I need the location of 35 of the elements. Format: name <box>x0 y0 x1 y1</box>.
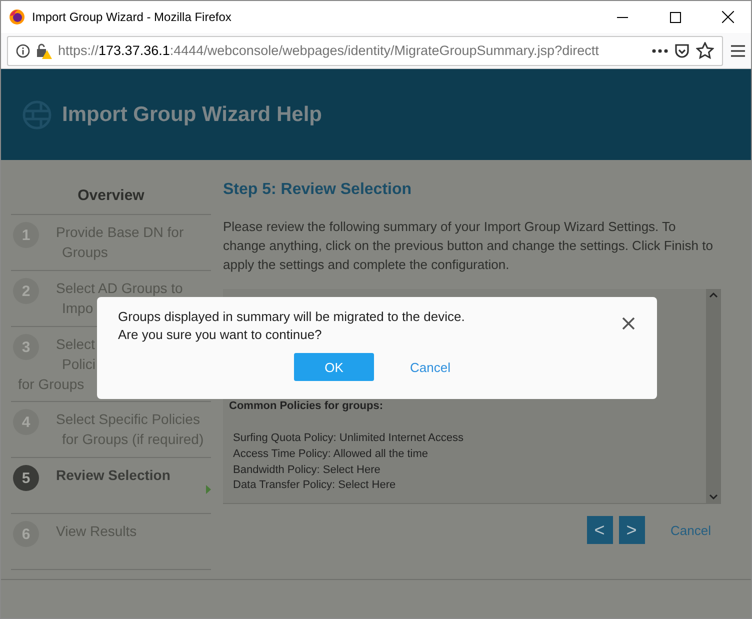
info-icon <box>16 44 30 58</box>
cancel-link[interactable]: Cancel <box>410 360 450 374</box>
menu-icon[interactable] <box>731 44 745 56</box>
summary-line: Bandwidth Policy: Select Here <box>233 462 382 478</box>
step-number: 5 <box>13 465 39 491</box>
scroll-down-icon[interactable] <box>709 494 718 500</box>
current-step-arrow-icon <box>206 485 211 494</box>
close-icon[interactable] <box>622 317 635 330</box>
more-icon[interactable] <box>652 48 668 52</box>
browser-logo-icon <box>9 9 25 25</box>
scrollbar[interactable] <box>706 289 721 503</box>
close-icon <box>722 11 734 23</box>
ok-button[interactable]: OK <box>294 353 374 381</box>
header-title: Import Group Wizard Help <box>62 102 322 126</box>
insecure-lock-icon <box>36 42 52 58</box>
summary-line: Access Time Policy: Allowed all the time <box>233 446 430 462</box>
step-label[interactable]: Review Selection <box>56 465 170 485</box>
step-title: Step 5: Review Selection <box>223 181 413 199</box>
cancel-link[interactable]: Cancel <box>670 522 711 538</box>
next-button[interactable]: > <box>618 516 645 544</box>
intro-text: Please review the following summary of your Import Group Wizard Settings. To change anything, click on the previous button and change the settings. Click Finish to apply the settings and complete the configuration. <box>223 218 714 274</box>
summary-line: Surfing Quota Policy: Unlimited Internet Access <box>233 431 464 446</box>
summary-line: Data Transfer Policy: Select Here <box>233 478 397 494</box>
star-icon[interactable] <box>696 42 714 59</box>
scroll-up-icon[interactable] <box>709 292 718 298</box>
url-text: https://173.37.36.1:4444/webconsole/webpages/identity/MigrateGroupSummary.jsp?directt <box>58 43 600 58</box>
summary-heading: Common Policies for groups: <box>229 399 384 414</box>
maximize-icon <box>670 12 680 22</box>
sidebar-title: Overview <box>11 160 211 215</box>
address-bar[interactable]: https://173.37.36.1:4444/webconsole/webpages/identity/MigrateGroupSummary.jsp?directt <box>7 36 723 66</box>
previous-button[interactable]: < <box>586 516 613 544</box>
window-title: Import Group Wizard - Mozilla Firefox <box>32 10 232 24</box>
pocket-icon[interactable] <box>674 42 690 58</box>
dialog-message: Are you sure you want to continue? <box>118 326 322 344</box>
dialog-message: Groups displayed in summary will be migrated to the device. <box>118 308 465 326</box>
